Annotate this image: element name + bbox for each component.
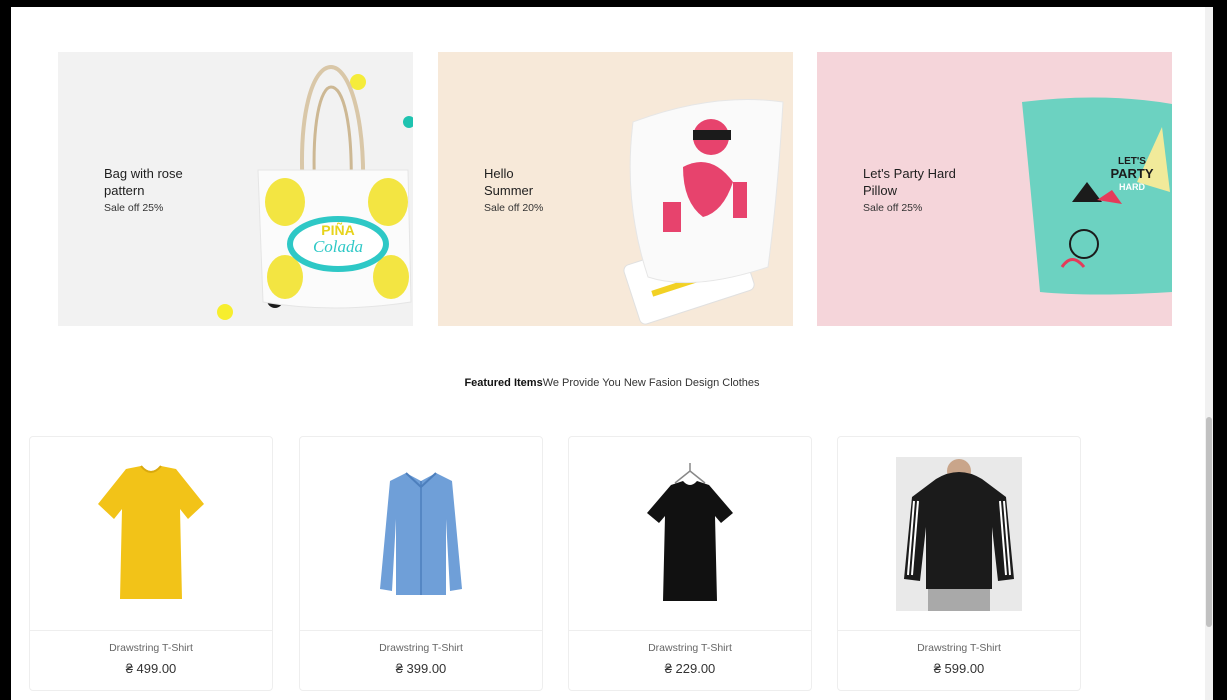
product-name[interactable]: Drawstring T-Shirt <box>30 642 272 654</box>
banner-party-pillow[interactable]: Let's Party Hard Pillow Sale off 25% LET… <box>817 52 1172 326</box>
card-divider <box>300 630 542 631</box>
product-image[interactable] <box>838 437 1080 630</box>
tote-bag-image: PIÑA Colada <box>217 64 413 320</box>
product-card[interactable]: Drawstring T-Shirt ₴ 229.00 <box>568 436 812 691</box>
product-name[interactable]: Drawstring T-Shirt <box>569 642 811 654</box>
banner-title-line: Let's Party Hard <box>863 166 956 181</box>
pillow-image <box>623 99 784 325</box>
banner-pillow[interactable]: Hello Summer Sale off 20% <box>438 52 793 326</box>
page: Bag with rose pattern Sale off 25% PIÑA … <box>11 7 1213 700</box>
banner-title-line: Hello <box>484 166 514 181</box>
featured-title: Featured Items <box>464 377 543 389</box>
blue-shirt-image <box>380 471 462 595</box>
bag-print-text: Colada <box>313 237 363 256</box>
product-name[interactable]: Drawstring T-Shirt <box>300 642 542 654</box>
banner-title-line: Pillow <box>863 183 897 198</box>
product-image[interactable] <box>569 437 811 630</box>
scrollbar-thumb[interactable] <box>1206 417 1212 627</box>
banner-title-line: Bag with rose <box>104 166 183 181</box>
banner-title-line: Summer <box>484 183 534 198</box>
product-card[interactable]: Drawstring T-Shirt ₴ 499.00 <box>29 436 273 691</box>
bag-print-text: PIÑA <box>321 221 354 238</box>
product-price: ₴ 229.00 <box>664 661 716 676</box>
card-divider <box>30 630 272 631</box>
product-name[interactable]: Drawstring T-Shirt <box>838 642 1080 654</box>
banner-title-line: pattern <box>104 183 145 198</box>
featured-subtitle: We Provide You New Fasion Design Clothes <box>542 377 760 389</box>
product-price: ₴ 499.00 <box>125 661 177 676</box>
pillow-print-text: HARD <box>1119 182 1145 192</box>
product-price: ₴ 599.00 <box>933 661 985 676</box>
banner-bag[interactable]: Bag with rose pattern Sale off 25% PIÑA … <box>58 52 413 326</box>
product-image[interactable] <box>300 437 542 630</box>
featured-heading: Featured ItemsWe Provide You New Fasion … <box>11 377 1213 389</box>
product-card[interactable]: Drawstring T-Shirt ₴ 399.00 <box>299 436 543 691</box>
scrollbar[interactable] <box>1205 7 1213 700</box>
card-divider <box>838 630 1080 631</box>
pillow-print-text: PARTY <box>1110 166 1153 181</box>
card-divider <box>569 630 811 631</box>
product-card[interactable]: Drawstring T-Shirt ₴ 599.00 <box>837 436 1081 691</box>
black-hoodie-image <box>896 456 1022 611</box>
yellow-tshirt-image <box>98 464 204 599</box>
product-price: ₴ 399.00 <box>395 661 447 676</box>
product-image[interactable] <box>30 437 272 630</box>
black-tshirt-image <box>647 463 733 601</box>
party-pillow-image: LET'S PARTY HARD <box>1022 97 1172 295</box>
